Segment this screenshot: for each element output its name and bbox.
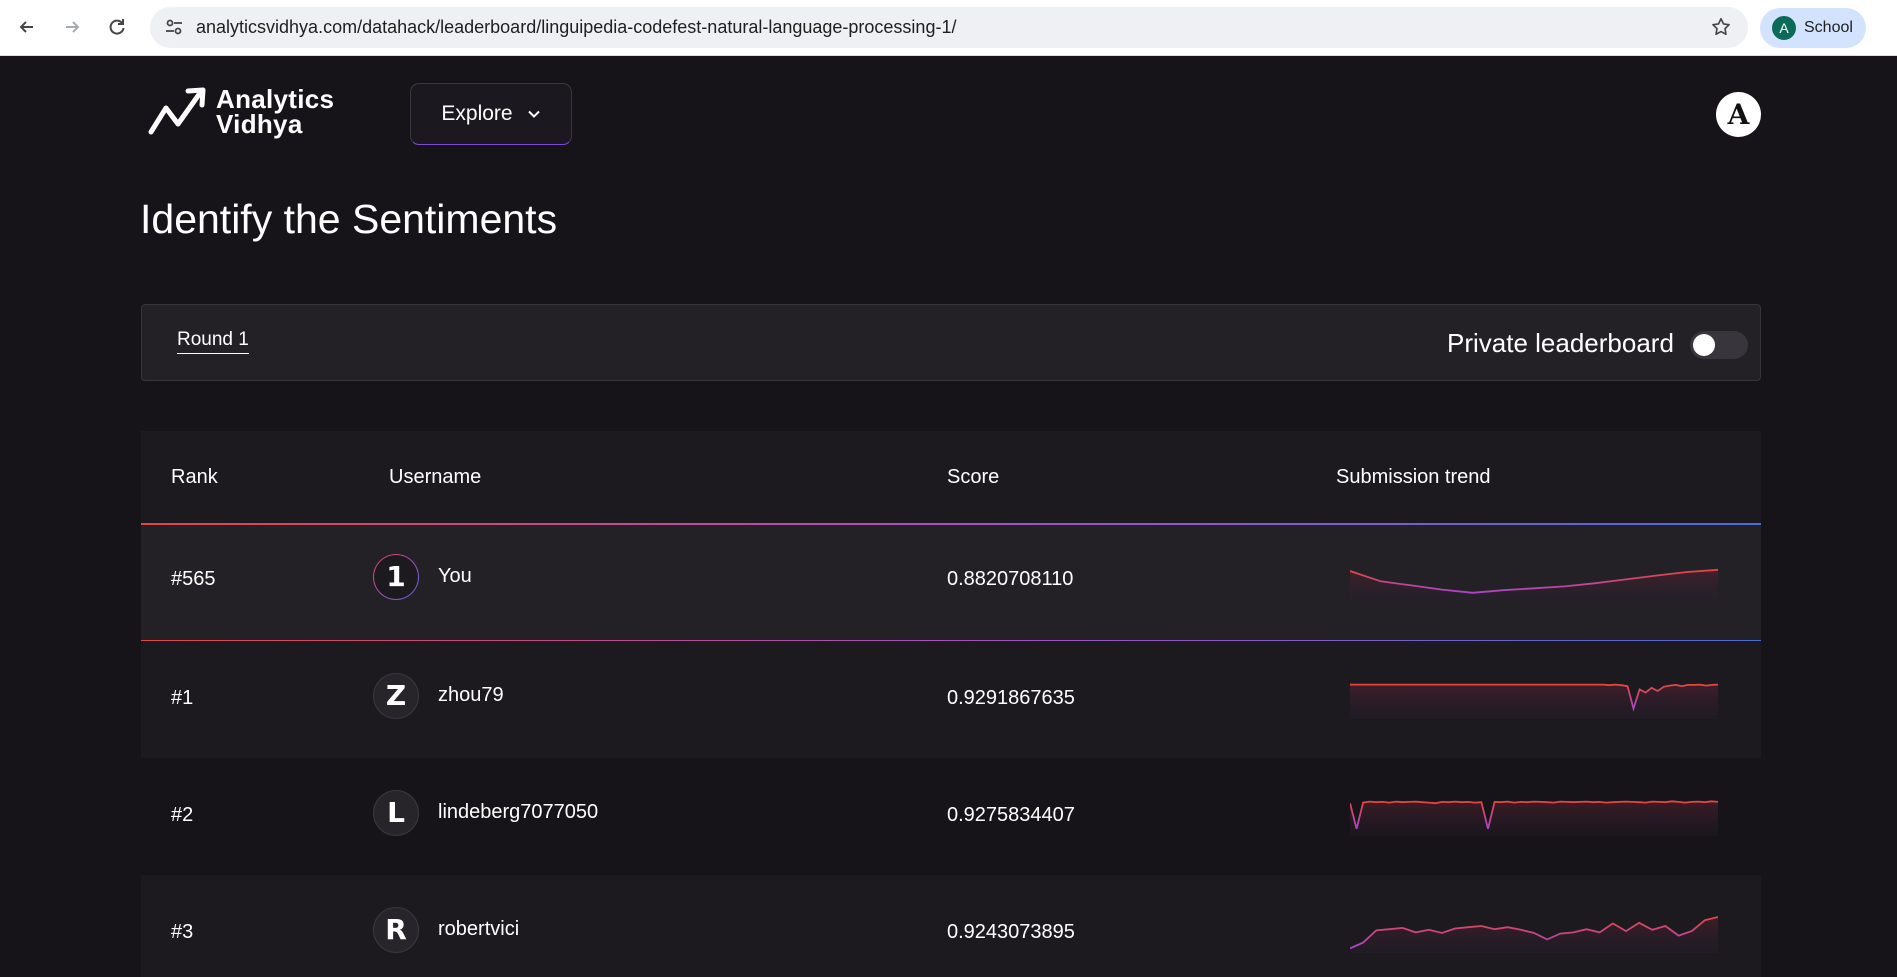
- rank-cell: #565: [171, 568, 216, 590]
- table-row[interactable]: #1 Z zhou79 0.9291867635: [141, 641, 1761, 758]
- explore-button[interactable]: Explore: [410, 83, 572, 145]
- user-avatar-badge: R: [373, 907, 419, 953]
- url-text[interactable]: analyticsvidhya.com/datahack/leaderboard…: [196, 7, 956, 48]
- sparkline-area: [1350, 801, 1718, 836]
- reload-button[interactable]: [100, 10, 134, 44]
- rank-cell: #3: [171, 921, 194, 943]
- table-row-current-user[interactable]: #565 1 You 0.8820708110: [141, 523, 1761, 641]
- username-cell[interactable]: lindeberg7077050: [438, 801, 598, 824]
- username-cell[interactable]: zhou79: [438, 684, 504, 707]
- back-button[interactable]: [10, 10, 44, 44]
- score-cell: 0.9275834407: [947, 804, 1075, 826]
- username-cell[interactable]: robertvici: [438, 918, 519, 941]
- logo-text-line2: Vidhya: [216, 109, 303, 139]
- analytics-vidhya-logo[interactable]: Analytics Vidhya: [148, 84, 348, 140]
- private-leaderboard-label: Private leaderboard: [1447, 328, 1674, 358]
- toggle-knob: [1693, 334, 1715, 356]
- rank-cell: #1: [171, 687, 194, 709]
- score-cell: 0.8820708110: [947, 568, 1074, 590]
- sparkline-area: [1350, 684, 1718, 719]
- user-avatar[interactable]: A: [1716, 92, 1761, 137]
- bookmark-star-icon[interactable]: [1710, 16, 1732, 38]
- browser-toolbar: analyticsvidhya.com/datahack/leaderboard…: [0, 0, 1897, 56]
- address-bar[interactable]: analyticsvidhya.com/datahack/leaderboard…: [150, 7, 1748, 48]
- page-title: Identify the Sentiments: [140, 196, 558, 242]
- trend-arrow-logo-icon: [148, 87, 206, 135]
- sparkline-area: [1350, 917, 1718, 953]
- private-leaderboard-toggle[interactable]: [1690, 331, 1748, 359]
- profile-avatar: A: [1772, 16, 1796, 40]
- leaderboard-table: Rank Username Score Submission trend #56…: [141, 431, 1761, 977]
- table-row[interactable]: #3 R robertvici 0.9243073895: [141, 875, 1761, 977]
- tab-round-1[interactable]: Round 1: [177, 329, 249, 354]
- table-header: Rank Username Score Submission trend: [141, 431, 1761, 523]
- submission-trend-sparkline: [1350, 560, 1718, 600]
- chevron-down-icon: [527, 110, 540, 118]
- user-avatar-badge: Z: [373, 673, 419, 719]
- profile-label: School: [1804, 19, 1853, 36]
- column-score: Score: [947, 466, 1000, 488]
- round-selector-bar: Round 1 Private leaderboard: [141, 304, 1761, 381]
- submission-trend-sparkline: [1350, 679, 1718, 719]
- forward-arrow-icon: [66, 21, 80, 33]
- user-avatar-badge: 1: [373, 554, 419, 600]
- forward-button[interactable]: [55, 10, 89, 44]
- score-cell: 0.9291867635: [947, 687, 1075, 709]
- submission-trend-sparkline: [1350, 796, 1718, 836]
- rank-cell: #2: [171, 804, 194, 826]
- table-row[interactable]: #2 L lindeberg7077050 0.9275834407: [141, 758, 1761, 875]
- explore-label: Explore: [441, 102, 513, 125]
- user-avatar-badge: L: [373, 790, 419, 836]
- reload-icon: [109, 19, 125, 35]
- back-arrow-icon: [19, 21, 33, 33]
- column-submission-trend: Submission trend: [1336, 466, 1491, 488]
- score-cell: 0.9243073895: [947, 921, 1075, 943]
- site-settings-icon[interactable]: [164, 17, 184, 37]
- column-rank: Rank: [171, 466, 218, 488]
- profile-chip[interactable]: A School: [1760, 8, 1866, 48]
- submission-trend-sparkline: [1350, 913, 1718, 953]
- username-cell[interactable]: You: [438, 565, 472, 588]
- column-username: Username: [389, 466, 482, 488]
